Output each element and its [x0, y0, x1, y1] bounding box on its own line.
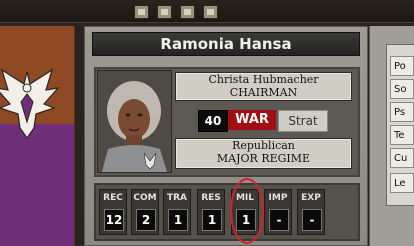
eagle-emblem-icon — [0, 68, 60, 140]
rating-res[interactable]: RES 1 — [197, 189, 225, 235]
regime-box: Republican MAJOR REGIME — [175, 138, 352, 169]
strat-button[interactable]: Strat — [278, 110, 328, 132]
side-menu-item[interactable]: Cu — [390, 148, 414, 168]
rating-label: TRA — [166, 193, 188, 203]
toolbar-button[interactable] — [180, 5, 195, 19]
rating-label: RES — [201, 193, 221, 203]
rating-tra[interactable]: TRA 1 — [163, 189, 191, 235]
side-menu-item[interactable]: Ps — [390, 102, 414, 122]
rating-value: - — [269, 209, 289, 231]
rating-value: 1 — [168, 209, 188, 231]
highlight-circle-annotation — [230, 178, 264, 244]
rating-rec[interactable]: REC 12 — [99, 189, 127, 235]
rating-label: COM — [133, 193, 157, 203]
leader-identity-box: Christa Hubmacher CHAIRMAN — [175, 72, 352, 101]
rating-com[interactable]: COM 2 — [131, 189, 159, 235]
rating-value: 1 — [202, 209, 222, 231]
regime-label: MAJOR REGIME — [216, 152, 311, 165]
side-menu-item[interactable]: Te — [390, 125, 414, 145]
toolbar-button[interactable] — [157, 5, 172, 19]
toolbar-button[interactable] — [134, 5, 149, 19]
leader-person-name: Christa Hubmacher — [208, 73, 319, 86]
rating-label: IMP — [268, 193, 288, 203]
side-menu-item[interactable]: So — [390, 79, 414, 99]
rating-value: 2 — [136, 209, 156, 231]
side-menu-item[interactable]: Po — [390, 56, 414, 76]
rating-imp[interactable]: IMP - — [264, 189, 292, 235]
rating-label: EXP — [301, 193, 321, 203]
leader-name-title: Ramonia Hansa — [92, 32, 360, 56]
rating-value: - — [302, 209, 322, 231]
side-menu-item[interactable]: Le — [390, 173, 414, 193]
war-status-badge[interactable]: WAR — [228, 110, 276, 130]
rating-value: 12 — [104, 209, 124, 231]
leader-level: 40 — [198, 110, 228, 132]
toolbar-button[interactable] — [203, 5, 218, 19]
leader-portrait[interactable] — [97, 70, 172, 173]
rating-label: REC — [103, 193, 123, 203]
ideology-label: Republican — [232, 139, 295, 152]
rating-exp[interactable]: EXP - — [297, 189, 325, 235]
leader-role: CHAIRMAN — [229, 86, 298, 99]
